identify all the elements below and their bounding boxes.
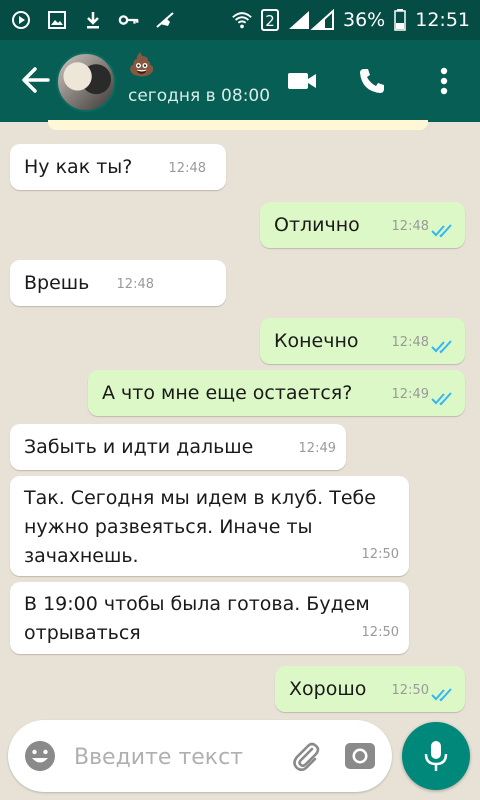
message-time: 12:48 bbox=[391, 219, 429, 234]
read-ticks-icon bbox=[431, 224, 452, 238]
sim-badge: 2 bbox=[261, 9, 279, 31]
message-text: Так. Сегодня мы идем в клуб. Тебе нужно … bbox=[24, 487, 376, 567]
play-icon bbox=[10, 9, 32, 31]
message-list[interactable]: Ну как ты? 12:48 Отлично 12:48 Врешь 12:… bbox=[0, 120, 480, 722]
read-ticks-icon bbox=[431, 688, 452, 702]
message-time: 12:48 bbox=[168, 161, 206, 176]
message-bubble[interactable]: Конечно 12:48 bbox=[260, 318, 465, 364]
attach-icon[interactable] bbox=[288, 738, 324, 774]
message-time: 12:50 bbox=[391, 683, 429, 698]
previous-message-edge bbox=[48, 120, 428, 130]
status-bar: 2 36% 12:51 bbox=[0, 0, 480, 40]
contact-name[interactable]: 💩 bbox=[128, 52, 155, 80]
message-composer bbox=[8, 720, 392, 792]
wifi-icon bbox=[231, 9, 253, 31]
message-bubble[interactable]: Ну как ты? 12:48 bbox=[10, 144, 226, 190]
message-bubble[interactable]: Так. Сегодня мы идем в клуб. Тебе нужно … bbox=[10, 476, 409, 576]
key-icon bbox=[118, 9, 140, 31]
message-bubble[interactable]: Хорошо 12:50 bbox=[275, 666, 465, 712]
back-arrow-icon[interactable] bbox=[20, 62, 56, 98]
last-seen-status: сегодня в 08:00 bbox=[128, 86, 271, 106]
mute-icon bbox=[154, 9, 176, 31]
message-bubble[interactable]: Забыть и идти дальше 12:49 bbox=[10, 424, 346, 470]
emoji-icon[interactable] bbox=[22, 738, 58, 774]
read-ticks-icon bbox=[431, 340, 452, 354]
message-time: 12:49 bbox=[391, 387, 429, 402]
more-vert-icon[interactable] bbox=[425, 62, 463, 100]
phone-icon[interactable] bbox=[353, 62, 391, 100]
clock: 12:51 bbox=[415, 9, 470, 31]
message-time: 12:50 bbox=[361, 625, 399, 640]
image-icon bbox=[46, 9, 68, 31]
message-time: 12:48 bbox=[391, 335, 429, 350]
battery-icon bbox=[393, 9, 407, 31]
camera-icon[interactable] bbox=[342, 738, 378, 774]
message-input[interactable] bbox=[72, 738, 286, 776]
signal-icon bbox=[287, 9, 335, 31]
battery-percent: 36% bbox=[343, 9, 386, 31]
message-time: 12:50 bbox=[361, 547, 399, 562]
microphone-icon bbox=[424, 741, 448, 771]
chat-header: 💩 сегодня в 08:00 bbox=[0, 40, 480, 122]
message-bubble[interactable]: В 19:00 чтобы была готова. Будем отрыват… bbox=[10, 582, 409, 654]
message-time: 12:49 bbox=[298, 441, 336, 456]
download-icon bbox=[82, 9, 104, 31]
microphone-button[interactable] bbox=[402, 722, 470, 790]
message-bubble[interactable]: Врешь 12:48 bbox=[10, 260, 226, 306]
avatar[interactable] bbox=[56, 52, 116, 112]
message-text: В 19:00 чтобы была готова. Будем отрыват… bbox=[24, 593, 370, 644]
message-time: 12:48 bbox=[116, 277, 154, 292]
message-bubble[interactable]: Отлично 12:48 bbox=[260, 202, 465, 248]
video-call-icon[interactable] bbox=[283, 62, 321, 100]
read-ticks-icon bbox=[431, 392, 452, 406]
message-bubble[interactable]: А что мне еще остается? 12:49 bbox=[88, 370, 465, 416]
message-text: Забыть и идти дальше bbox=[24, 436, 254, 458]
